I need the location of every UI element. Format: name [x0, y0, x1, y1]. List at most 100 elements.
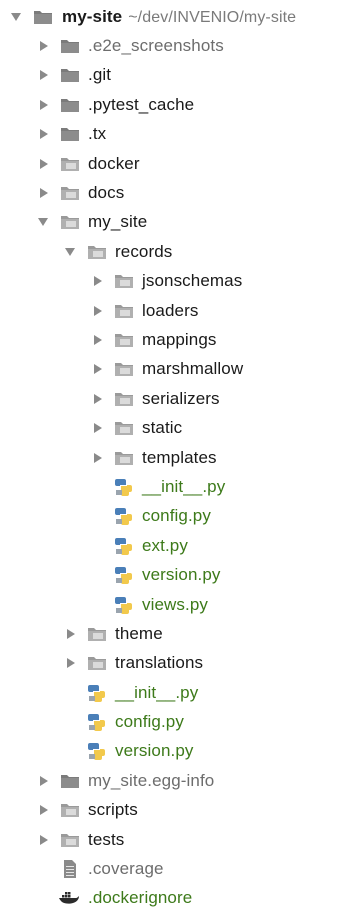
- folder-icon: [61, 128, 79, 142]
- tree-item-label: .tx: [88, 124, 107, 144]
- collapse-arrow-icon[interactable]: [40, 834, 48, 845]
- tree-item-label: docker: [88, 153, 140, 173]
- tree-item-label: .coverage: [88, 859, 164, 879]
- collapse-arrow-icon[interactable]: [40, 41, 48, 52]
- collapse-arrow-icon[interactable]: [40, 99, 48, 110]
- collapse-arrow-icon[interactable]: [94, 452, 102, 463]
- tree-item-label: .e2e_screenshots: [88, 36, 224, 56]
- tree-file-dockerignore[interactable]: .dockerignore: [0, 884, 356, 913]
- expand-arrow-icon[interactable]: [11, 12, 21, 21]
- tree-folder-my-site[interactable]: my_site: [0, 208, 356, 237]
- python-file-icon: [115, 478, 132, 496]
- folder-icon: [61, 774, 79, 788]
- tree-item-label: theme: [115, 623, 163, 643]
- tree-folder-scripts[interactable]: scripts: [0, 796, 356, 825]
- tree-folder-pytest-cache[interactable]: .pytest_cache: [0, 90, 356, 119]
- tree-folder-e2e-screenshots[interactable]: .e2e_screenshots: [0, 31, 356, 60]
- tree-item-label: serializers: [142, 388, 220, 408]
- tree-item-label: .dockerignore: [88, 888, 193, 908]
- tree-folder-templates[interactable]: templates: [0, 443, 356, 472]
- folder-icon: [61, 40, 79, 54]
- tree-folder-mappings[interactable]: mappings: [0, 325, 356, 354]
- tree-file-config-py[interactable]: config.py: [0, 707, 356, 736]
- collapse-arrow-icon[interactable]: [67, 628, 75, 639]
- tree-folder-my-site-egg-info[interactable]: my_site.egg-info: [0, 766, 356, 795]
- expand-arrow-icon[interactable]: [65, 247, 75, 256]
- folder-icon: [115, 275, 133, 289]
- expand-arrow-icon[interactable]: [38, 218, 48, 227]
- tree-item-label: docs: [88, 183, 125, 203]
- tree-item-label: scripts: [88, 800, 138, 820]
- tree-item-label: tests: [88, 829, 125, 849]
- tree-file-views-py[interactable]: views.py: [0, 590, 356, 619]
- collapse-arrow-icon[interactable]: [40, 70, 48, 81]
- tree-item-label: marshmallow: [142, 359, 244, 379]
- tree-item-label: views.py: [142, 594, 208, 614]
- tree-file-config-py[interactable]: config.py: [0, 502, 356, 531]
- tree-folder-static[interactable]: static: [0, 413, 356, 442]
- collapse-arrow-icon[interactable]: [40, 188, 48, 199]
- folder-icon: [115, 422, 133, 436]
- collapse-arrow-icon[interactable]: [94, 423, 102, 434]
- python-file-icon: [115, 508, 132, 526]
- tree-folder-docker[interactable]: docker: [0, 149, 356, 178]
- folder-icon: [61, 833, 79, 847]
- python-file-icon: [88, 743, 105, 761]
- tree-folder-loaders[interactable]: loaders: [0, 296, 356, 325]
- root-path: ~/dev/INVENIO/my-site: [128, 8, 297, 26]
- docker-whale-icon: [59, 892, 79, 905]
- folder-icon: [115, 363, 133, 377]
- tree-item-label: static: [142, 418, 183, 438]
- folder-icon: [34, 10, 52, 24]
- tree-file-init-py[interactable]: __init__.py: [0, 678, 356, 707]
- folder-icon: [61, 69, 79, 83]
- tree-file-coverage[interactable]: .coverage: [0, 854, 356, 883]
- folder-icon: [115, 392, 133, 406]
- collapse-arrow-icon[interactable]: [40, 775, 48, 786]
- tree-item-label: version.py: [115, 741, 194, 761]
- tree-file-version-py[interactable]: version.py: [0, 737, 356, 766]
- tree-folder-marshmallow[interactable]: marshmallow: [0, 355, 356, 384]
- tree-folder-translations[interactable]: translations: [0, 649, 356, 678]
- tree-folder-docs[interactable]: docs: [0, 178, 356, 207]
- project-tree: my-site ~/dev/INVENIO/my-site .e2e_screen…: [0, 2, 356, 913]
- tree-folder-records[interactable]: records: [0, 237, 356, 266]
- folder-icon: [88, 245, 106, 259]
- python-file-icon: [115, 596, 132, 614]
- tree-item-label: translations: [115, 653, 204, 673]
- collapse-arrow-icon[interactable]: [94, 276, 102, 287]
- tree-folder-jsonschemas[interactable]: jsonschemas: [0, 267, 356, 296]
- folder-icon: [115, 333, 133, 347]
- tree-file-ext-py[interactable]: ext.py: [0, 531, 356, 560]
- collapse-arrow-icon[interactable]: [40, 805, 48, 816]
- tree-item-label: config.py: [115, 712, 184, 732]
- folder-icon: [115, 304, 133, 318]
- tree-root-row[interactable]: my-site ~/dev/INVENIO/my-site: [0, 2, 356, 31]
- tree-item-label: ext.py: [142, 535, 188, 555]
- python-file-icon: [88, 714, 105, 732]
- collapse-arrow-icon[interactable]: [94, 393, 102, 404]
- tree-item-label: version.py: [142, 565, 221, 585]
- collapse-arrow-icon[interactable]: [40, 158, 48, 169]
- collapse-arrow-icon[interactable]: [94, 305, 102, 316]
- collapse-arrow-icon[interactable]: [40, 129, 48, 140]
- tree-folder-theme[interactable]: theme: [0, 619, 356, 648]
- tree-folder-tx[interactable]: .tx: [0, 120, 356, 149]
- tree-item-label: jsonschemas: [142, 271, 243, 291]
- collapse-arrow-icon[interactable]: [94, 334, 102, 345]
- collapse-arrow-icon[interactable]: [94, 364, 102, 375]
- python-file-icon: [115, 537, 132, 555]
- folder-icon: [61, 187, 79, 201]
- tree-folder-git[interactable]: .git: [0, 61, 356, 90]
- tree-item-label: my_site.egg-info: [88, 770, 215, 790]
- tree-item-label: mappings: [142, 329, 217, 349]
- tree-folder-serializers[interactable]: serializers: [0, 384, 356, 413]
- python-file-icon: [115, 567, 132, 585]
- tree-file-version-py[interactable]: version.py: [0, 560, 356, 589]
- tree-folder-tests[interactable]: tests: [0, 825, 356, 854]
- folder-icon: [61, 98, 79, 112]
- collapse-arrow-icon[interactable]: [67, 658, 75, 669]
- tree-file-init-py[interactable]: __init__.py: [0, 472, 356, 501]
- tree-item-label: records: [115, 241, 173, 261]
- tree-item-label: __init__.py: [115, 682, 199, 702]
